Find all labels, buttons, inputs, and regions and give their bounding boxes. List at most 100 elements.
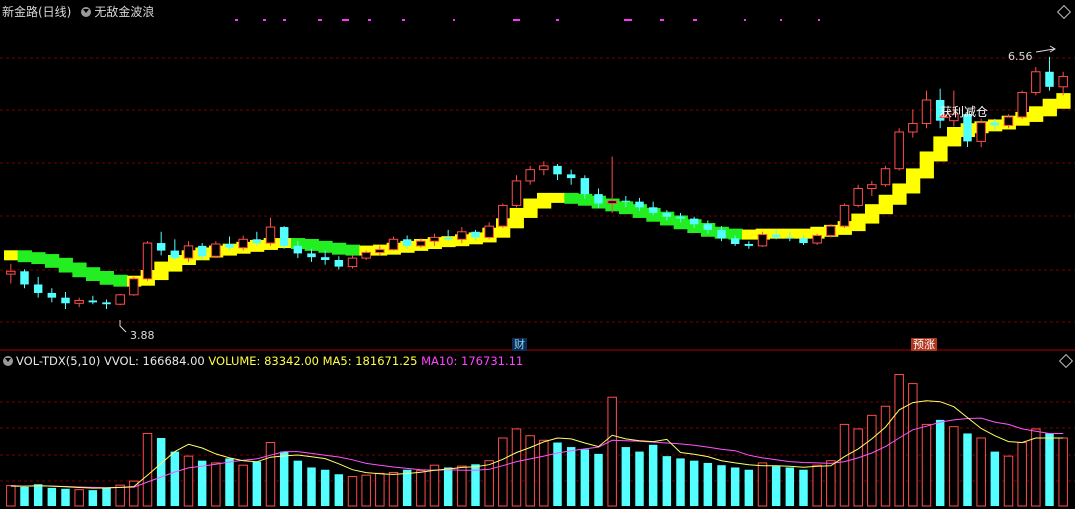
volume-bars	[6, 374, 1068, 507]
wave-segment	[865, 204, 880, 224]
volume-bar	[211, 462, 221, 507]
signal-dot-12-2	[695, 19, 697, 21]
volume-bar	[621, 447, 631, 506]
volume-dropdown-icon[interactable]	[3, 356, 13, 366]
volume-bar	[757, 462, 768, 507]
candle-body	[867, 184, 877, 189]
volume-bar	[648, 444, 658, 506]
wave-segment	[86, 267, 101, 281]
volume-bar	[1045, 433, 1054, 506]
candle-body	[908, 123, 918, 133]
candle-body	[265, 226, 276, 244]
volume-bar	[225, 458, 234, 506]
volume-bar	[785, 467, 795, 506]
indicator-dropdown-icon[interactable]	[81, 7, 92, 17]
candle-body	[88, 300, 98, 303]
signal-dot-4-5	[347, 19, 349, 21]
volume-bar	[498, 437, 508, 507]
candle-body	[47, 292, 57, 298]
candle-body	[498, 204, 508, 227]
candle-body	[607, 200, 617, 205]
volume-bar	[635, 451, 644, 506]
volume-bar	[484, 460, 494, 507]
volume-bar	[921, 423, 932, 507]
stock-title: 新金路(日线)	[2, 5, 72, 19]
volume-bar	[142, 432, 153, 507]
volume-bar	[1031, 428, 1041, 507]
signal-dot-9-1	[557, 19, 559, 21]
candle-body	[744, 244, 754, 246]
candle-body	[279, 227, 289, 246]
candle-body	[689, 218, 699, 225]
candle-body	[170, 250, 180, 259]
candle-body	[416, 240, 426, 247]
signal-dot-14-0	[780, 19, 782, 21]
candle-body	[334, 260, 344, 267]
volume-bar	[33, 484, 43, 506]
pre-rise-tag[interactable]: 预涨	[911, 338, 937, 351]
finance-tag[interactable]: 财	[512, 338, 527, 351]
wave-segment	[509, 207, 524, 229]
ma5-line	[10, 400, 1064, 489]
candle-body	[20, 271, 29, 285]
volume-bar	[6, 485, 16, 507]
signal-dot-0-1	[236, 19, 238, 21]
candle-body	[320, 257, 330, 260]
candle-body	[102, 302, 111, 305]
volume-bar	[717, 465, 726, 506]
signal-dot-3-2	[320, 19, 322, 21]
candle-body	[662, 212, 672, 217]
volume-bar	[129, 480, 139, 507]
volume-bar	[826, 460, 836, 507]
volume-bar	[935, 419, 945, 506]
candle-body	[129, 278, 139, 296]
candle-body	[853, 187, 863, 206]
volume-bar	[812, 464, 822, 507]
signal-dot-6-1	[403, 19, 405, 21]
candle-body	[361, 251, 371, 259]
volume-bar	[744, 469, 754, 506]
volume-bar	[963, 433, 972, 506]
wave-segment	[742, 229, 757, 240]
signal-dots	[235, 19, 820, 21]
candle-body	[33, 284, 43, 293]
candle-body	[676, 216, 685, 219]
candle-body	[115, 294, 125, 305]
candle-body	[880, 168, 891, 186]
volume-bar	[115, 484, 125, 507]
candle-body	[621, 200, 631, 202]
volume-bar	[976, 437, 986, 507]
low-price-label: 3.88	[130, 329, 155, 342]
wave-segment	[1056, 93, 1071, 109]
volume-bar	[170, 451, 180, 506]
volume-bar	[20, 486, 29, 506]
candle-body	[511, 180, 522, 206]
candle-body	[730, 238, 740, 244]
candle-body	[388, 238, 399, 251]
wave-segment	[113, 274, 128, 287]
sell-signal-label: 获利减仓	[940, 105, 989, 119]
volume-bar	[238, 464, 248, 507]
volume-bar	[388, 471, 399, 507]
kline-chart	[0, 19, 1075, 507]
wave-segment	[523, 198, 538, 218]
indicator-name: 无敌金波浪	[94, 5, 155, 19]
candle-body	[1045, 71, 1054, 87]
candle-body	[812, 235, 822, 244]
volume-bar	[662, 456, 672, 506]
candle-body	[211, 243, 221, 257]
candle-body	[757, 234, 768, 247]
candle-body	[293, 245, 303, 254]
volume-bar	[594, 453, 603, 506]
wave-segment	[537, 192, 552, 209]
wave-segment	[17, 250, 32, 263]
candle-body	[1058, 75, 1068, 88]
wave-segment	[947, 127, 962, 147]
volume-bar	[347, 476, 358, 507]
wave-segment	[4, 250, 19, 261]
candle-body	[238, 238, 248, 249]
candle-body	[553, 165, 562, 175]
volume-bar	[252, 461, 262, 506]
candle-body	[252, 239, 262, 244]
volume-bar	[867, 414, 877, 507]
